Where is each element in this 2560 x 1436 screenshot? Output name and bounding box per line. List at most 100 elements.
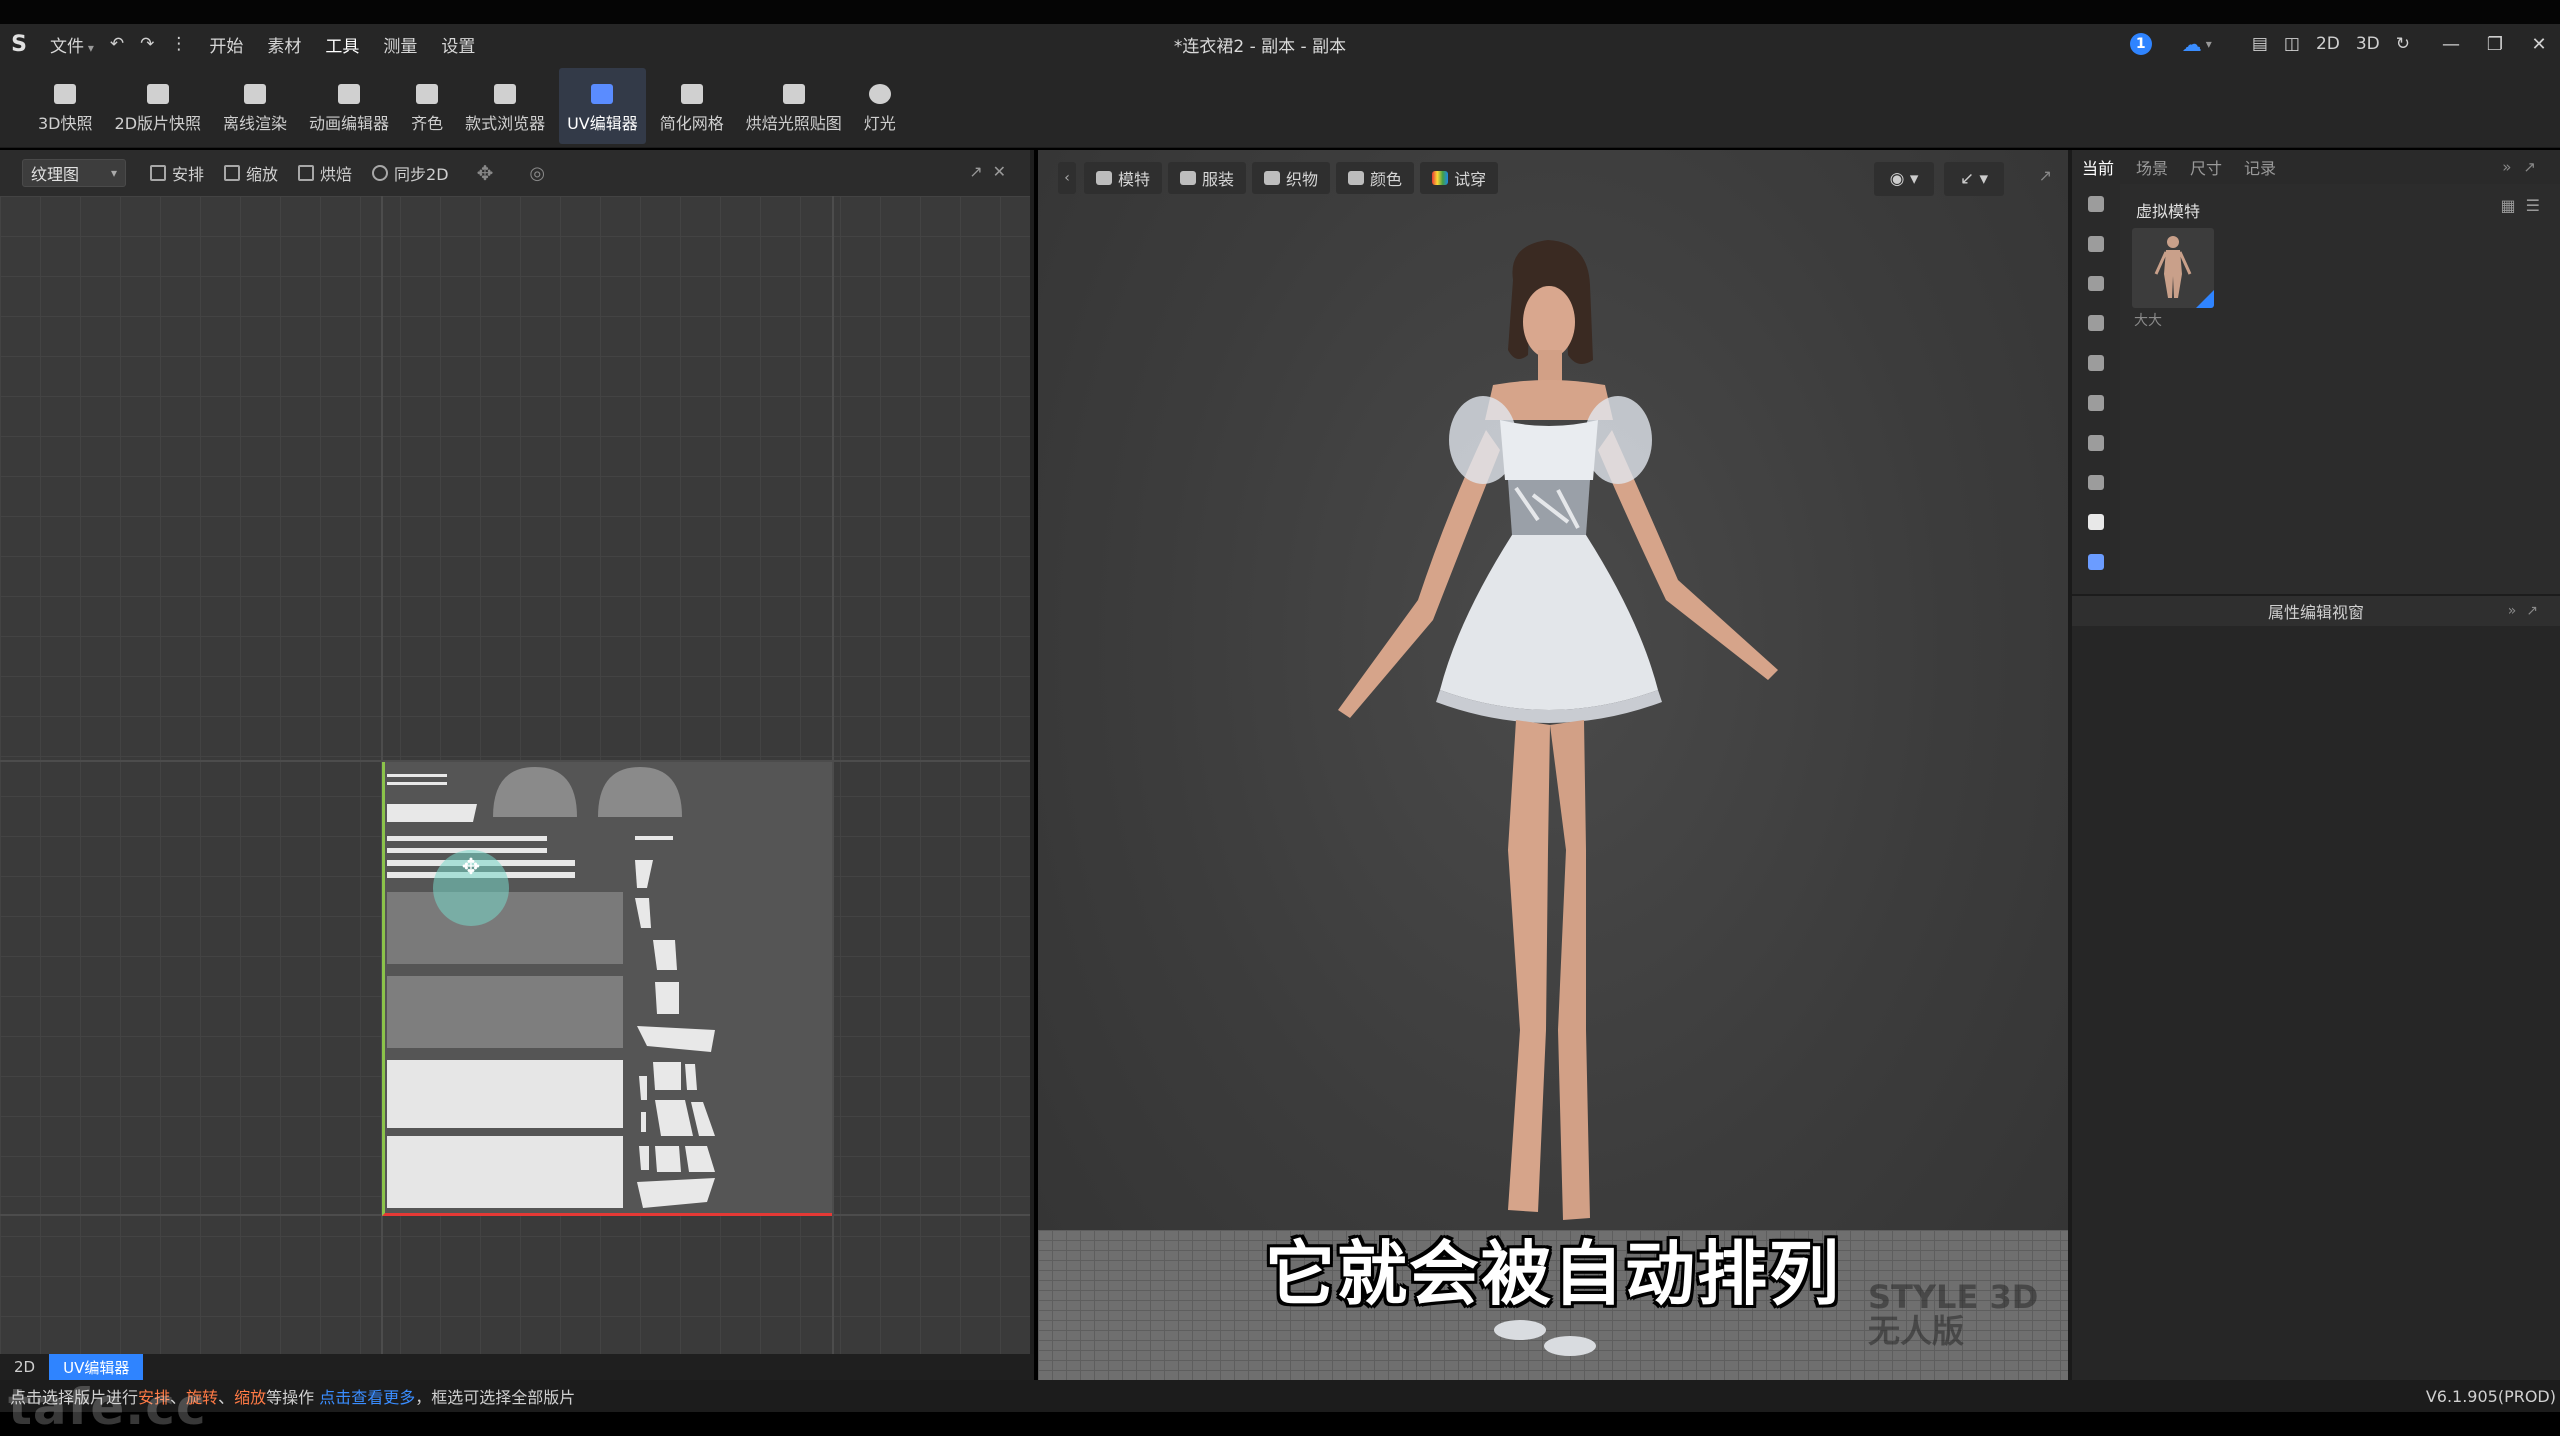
redo-icon[interactable]: ↷ [140, 34, 154, 54]
more-icon[interactable]: ⋮ [170, 34, 187, 54]
avatar-model[interactable] [1038, 150, 2068, 1380]
right-panel-tabs: 当前 场景 尺寸 记录 »↗ [2072, 150, 2560, 184]
refresh-icon[interactable]: ↻ [2396, 34, 2410, 54]
tool-uv-editor[interactable]: UV编辑器 [559, 68, 646, 144]
tool-colorway[interactable]: 齐色 [403, 68, 451, 144]
menu-settings[interactable]: 设置 [441, 32, 475, 57]
uv-piece[interactable] [598, 767, 682, 817]
menu-start[interactable]: 开始 [209, 32, 243, 57]
cloud-icon[interactable]: ☁ [2182, 32, 2202, 56]
sync-2d-button[interactable]: 同步2D [372, 161, 449, 185]
uv-pattern-pieces[interactable]: ✥ [385, 762, 832, 1213]
seam-icon[interactable] [2088, 434, 2104, 451]
uv-piece[interactable] [653, 940, 677, 970]
fabric-library-icon[interactable] [2088, 196, 2104, 212]
tab-size[interactable]: 尺寸 [2190, 155, 2222, 179]
uv-piece[interactable] [387, 1060, 623, 1128]
tool-animation-editor[interactable]: 动画编辑器 [301, 68, 397, 144]
avatar-thumbnail[interactable] [2132, 228, 2214, 308]
uv-piece[interactable] [635, 860, 653, 888]
tab-2d[interactable]: 2D [0, 1354, 49, 1380]
uv-piece[interactable] [639, 1146, 649, 1170]
collapse-icon[interactable]: » [2508, 603, 2527, 619]
tool-style-browser[interactable]: 款式浏览器 [457, 68, 553, 144]
view-toggle: ▦☰ [2501, 196, 2550, 215]
uv-piece[interactable] [387, 976, 623, 1048]
list-view-icon[interactable]: ☰ [2526, 196, 2550, 215]
expand-icon[interactable]: ↗ [969, 162, 992, 181]
uv-piece[interactable] [493, 767, 577, 817]
uv-piece[interactable] [387, 836, 547, 841]
uv-piece[interactable] [685, 1064, 697, 1090]
uv-piece[interactable] [655, 1100, 693, 1136]
scale-button[interactable]: 缩放 [224, 161, 278, 185]
cube-icon[interactable] [2088, 554, 2104, 570]
trims-icon[interactable] [2088, 235, 2104, 252]
tab-history[interactable]: 记录 [2244, 155, 2276, 179]
target-icon[interactable]: ◎ [529, 163, 545, 184]
uv-piece[interactable] [691, 1102, 715, 1136]
avatar-icon[interactable] [2088, 514, 2104, 531]
undo-icon[interactable]: ↶ [110, 34, 124, 54]
tab-uv-editor[interactable]: UV编辑器 [49, 1354, 144, 1380]
tool-simplify-mesh[interactable]: 简化网格 [652, 68, 732, 144]
3d-viewport[interactable]: ‹ 模特 服装 织物 颜色 试穿 ◉ ▾ ↙ ▾ ↗ STYLE 3D 无人版 … [1038, 150, 2068, 1380]
uv-piece[interactable] [635, 836, 673, 840]
learn-more-link[interactable]: 点击查看更多 [319, 1388, 415, 1407]
uv-piece[interactable] [387, 774, 447, 777]
close-panel-icon[interactable]: ✕ [993, 162, 1016, 181]
uv-piece[interactable] [387, 1136, 623, 1208]
topstitch-icon[interactable] [2088, 394, 2104, 411]
expand-icon[interactable]: ↗ [2526, 603, 2548, 619]
uv-piece[interactable] [387, 804, 477, 822]
menu-measure[interactable]: 测量 [383, 32, 417, 57]
uv-piece[interactable] [639, 1076, 647, 1100]
uv-piece[interactable] [653, 1062, 681, 1090]
mode-2d-button[interactable]: 2D [2316, 34, 2340, 54]
close-icon[interactable]: ✕ [2528, 34, 2550, 55]
tab-current[interactable]: 当前 [2082, 155, 2114, 179]
layout-split-icon[interactable]: ◫ [2284, 34, 2300, 54]
bake-icon [298, 165, 315, 181]
uv-view-select[interactable]: 纹理图 ▾ [22, 159, 126, 187]
uv-piece[interactable] [655, 982, 679, 1014]
move-icon[interactable]: ✥ [477, 161, 494, 185]
collapse-icon[interactable]: » [2502, 158, 2523, 176]
uv-piece[interactable] [685, 1146, 715, 1172]
mode-3d-button[interactable]: 3D [2356, 34, 2380, 54]
uv-piece[interactable] [637, 1026, 715, 1052]
tool-light[interactable]: 灯光 [856, 68, 904, 144]
uv-toolbar: 纹理图 ▾ 安排 缩放 烘焙 同步2D ✥ ◎ ↗✕ [0, 150, 1030, 196]
uv-piece[interactable] [387, 782, 447, 785]
uv-piece[interactable] [635, 898, 651, 928]
uv-piece[interactable] [641, 1112, 646, 1132]
tool-offline-render[interactable]: 离线渲染 [215, 68, 295, 144]
menu-file[interactable]: 文件 [50, 32, 94, 57]
avatar-right-leg [1550, 720, 1590, 1220]
notification-badge[interactable]: 1 [2129, 33, 2152, 55]
menu-tools[interactable]: 工具 [325, 32, 359, 57]
restore-icon[interactable]: ❐ [2484, 34, 2506, 55]
tool-2d-pattern-snapshot[interactable]: 2D版片快照 [107, 68, 210, 144]
expand-icon[interactable]: ↗ [2523, 158, 2548, 176]
uv-piece[interactable] [655, 1146, 681, 1172]
uv-piece[interactable] [637, 1178, 715, 1208]
tool-bake-lightmap[interactable]: 烘焙光照贴图 [738, 68, 850, 144]
tab-scene[interactable]: 场景 [2136, 155, 2168, 179]
pin-icon[interactable] [2088, 474, 2104, 491]
tool-3d-snapshot[interactable]: 3D快照 [30, 68, 101, 144]
uv-texture-sheet[interactable]: ✥ [382, 762, 832, 1216]
minimize-icon[interactable]: — [2440, 34, 2462, 55]
cloud-dropdown-icon[interactable]: ▾ [2206, 37, 2212, 51]
style3d-logo-icon[interactable]: S [2, 27, 36, 61]
layout-single-icon[interactable]: ▤ [2252, 34, 2268, 54]
menu-material[interactable]: 素材 [267, 32, 301, 57]
grid-view-icon[interactable]: ▦ [2501, 196, 2526, 215]
uv-canvas[interactable]: ✥ [0, 196, 1030, 1354]
arrange-button[interactable]: 安排 [150, 161, 204, 185]
button-icon[interactable] [2088, 275, 2104, 292]
bake-button[interactable]: 烘焙 [298, 161, 352, 185]
pattern-snapshot-icon [146, 84, 169, 104]
zipper-icon[interactable] [2088, 315, 2104, 332]
hanger-icon[interactable] [2088, 355, 2104, 371]
